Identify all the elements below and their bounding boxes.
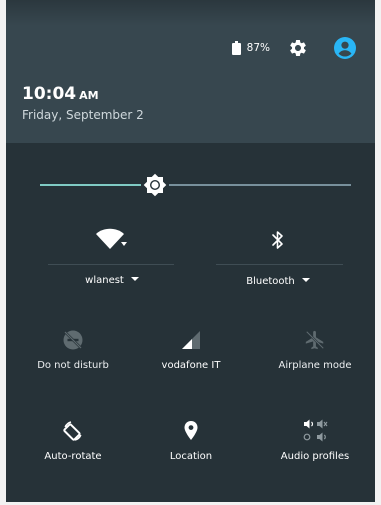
brightness-thumb[interactable]	[143, 173, 167, 197]
bluetooth-icon	[271, 229, 285, 251]
location-tile[interactable]: Location	[146, 420, 236, 462]
wifi-divider	[48, 264, 174, 265]
airplane-mode-off-icon	[304, 329, 326, 351]
clock-ampm: AM	[79, 89, 99, 102]
do-not-disturb-off-icon	[62, 329, 84, 351]
brightness-track-filled	[40, 184, 141, 186]
audio-profiles-label: Audio profiles	[280, 451, 350, 462]
airplane-mode-label: Airplane mode	[278, 360, 352, 371]
do-not-disturb-tile[interactable]: Do not disturb	[28, 329, 118, 371]
screen-rotation-icon	[61, 420, 85, 442]
battery-percentage: 87%	[246, 42, 270, 54]
clock[interactable]: 10:04 AM	[22, 84, 99, 104]
location-label: Location	[169, 451, 213, 462]
wifi-icon	[95, 228, 129, 250]
notification-header: 87% 10:04 AM Friday, September 2	[6, 0, 375, 143]
bluetooth-tile[interactable]: Bluetooth	[216, 229, 340, 287]
audio-profiles-icon	[302, 419, 328, 442]
auto-rotate-tile[interactable]: Auto-rotate	[28, 420, 118, 462]
location-pin-icon	[183, 420, 199, 442]
status-row: 87%	[231, 36, 357, 60]
brightness-track	[169, 184, 351, 186]
gear-icon[interactable]	[288, 38, 308, 58]
account-icon[interactable]	[333, 36, 357, 60]
wifi-tile[interactable]: wlanest	[50, 228, 174, 286]
wifi-dropdown-caret-icon[interactable]	[130, 277, 139, 281]
clock-time: 10:04	[22, 84, 77, 104]
cellular-label: vodafone IT	[161, 360, 221, 371]
quick-settings-panel: 87% 10:04 AM Friday, September 2 wlanest…	[6, 0, 375, 502]
bluetooth-label: Bluetooth	[246, 276, 295, 287]
brightness-slider[interactable]	[40, 173, 351, 197]
cellular-tile[interactable]: vodafone IT	[146, 329, 236, 371]
date-label: Friday, September 2	[22, 108, 144, 122]
auto-rotate-label: Auto-rotate	[44, 451, 102, 462]
wifi-label: wlanest	[85, 275, 124, 286]
audio-profiles-tile[interactable]: Audio profiles	[270, 419, 360, 462]
bluetooth-divider	[216, 264, 343, 265]
airplane-mode-tile[interactable]: Airplane mode	[270, 329, 360, 371]
battery-icon	[231, 41, 241, 55]
bluetooth-dropdown-caret-icon[interactable]	[301, 278, 310, 282]
cellular-signal-icon	[180, 329, 202, 351]
do-not-disturb-label: Do not disturb	[37, 360, 109, 371]
